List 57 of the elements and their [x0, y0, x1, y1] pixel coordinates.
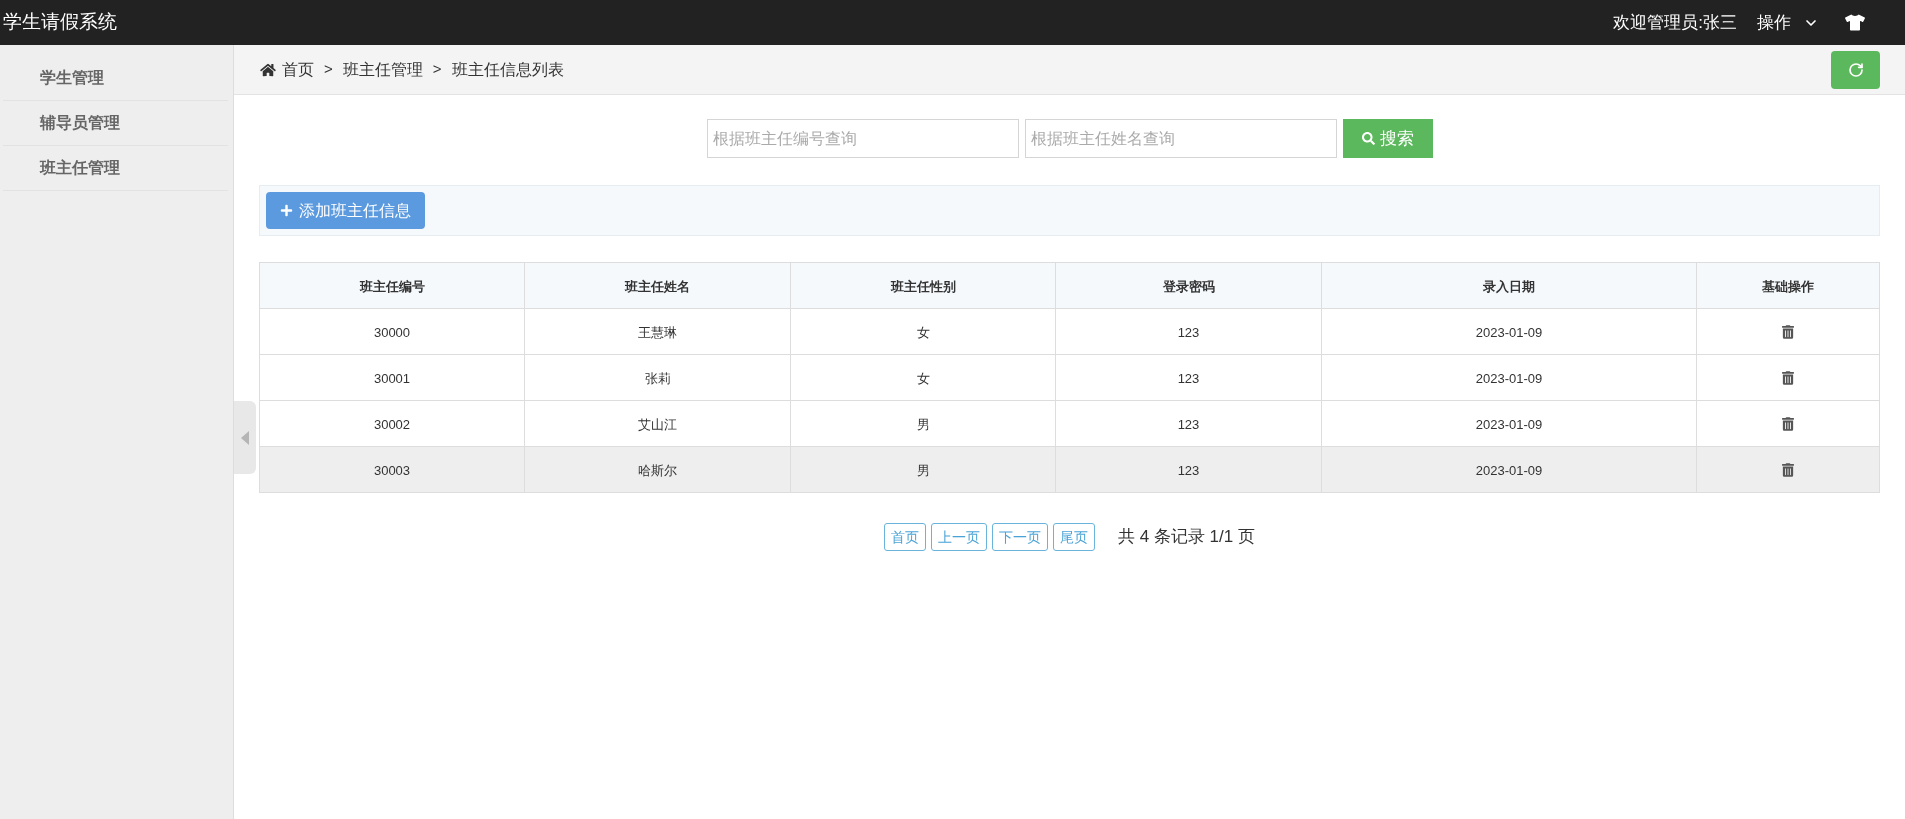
page-button[interactable]: 上一页 — [931, 523, 987, 551]
table-cell: 123 — [1177, 416, 1200, 432]
page-summary: 共 4 条记录 1/1 页 — [1118, 526, 1255, 549]
actions-menu[interactable]: 操作 — [1757, 9, 1819, 36]
table-cell: 艾山江 — [638, 416, 677, 432]
table-cell: 2023-01-09 — [1475, 324, 1543, 340]
table-cell: 男 — [916, 416, 930, 432]
table-cell: 男 — [916, 462, 930, 478]
sidebar-toggle[interactable] — [234, 401, 256, 474]
breadcrumb-link[interactable]: 班主任管理 — [342, 57, 423, 82]
column-header: 班主任性别 — [890, 278, 956, 294]
table-cell: 30003 — [373, 462, 411, 478]
page-button[interactable]: 下一页 — [992, 523, 1048, 551]
app-title: 学生请假系统 — [2, 10, 117, 35]
caret-left-icon — [241, 430, 249, 445]
breadcrumb-separator: > — [324, 59, 333, 80]
column-header: 登录密码 — [1162, 278, 1215, 294]
search-icon — [1361, 132, 1375, 145]
trash-icon[interactable] — [1782, 416, 1794, 431]
column-header: 基础操作 — [1762, 278, 1814, 294]
sidebar-item[interactable]: 辅导员管理 — [3, 101, 228, 146]
trash-icon[interactable] — [1782, 324, 1794, 339]
sidebar-item[interactable]: 班主任管理 — [3, 146, 228, 191]
column-header: 班主任姓名 — [625, 278, 690, 294]
search-field[interactable]: 根据班主任姓名查询 — [1024, 119, 1337, 158]
table-cell: 123 — [1177, 462, 1200, 478]
table-cell: 2023-01-09 — [1475, 462, 1543, 478]
table-cell: 张莉 — [644, 370, 671, 386]
table-cell: 123 — [1177, 324, 1200, 340]
trash-icon[interactable] — [1782, 462, 1794, 477]
table-cell: 哈斯尔 — [638, 462, 677, 478]
breadcrumb-separator: > — [432, 59, 442, 80]
search-field[interactable]: 根据班主任编号查询 — [706, 119, 1019, 158]
table-cell: 女 — [916, 370, 930, 386]
table-cell: 2023-01-09 — [1475, 370, 1543, 386]
plus-icon — [280, 204, 293, 217]
table-cell: 女 — [916, 324, 930, 340]
page-button[interactable]: 首页 — [884, 523, 926, 551]
table-cell: 30000 — [373, 324, 411, 340]
table-cell: 123 — [1177, 370, 1200, 386]
table-cell: 王慧琳 — [638, 324, 677, 340]
trash-icon[interactable] — [1782, 370, 1794, 385]
table-cell: 30001 — [373, 370, 411, 386]
column-header: 班主任编号 — [359, 278, 425, 294]
page-button[interactable]: 尾页 — [1053, 523, 1095, 551]
home-icon — [260, 62, 276, 77]
tshirt-icon[interactable] — [1845, 14, 1865, 31]
welcome-text: 欢迎管理员:张三 — [1613, 11, 1737, 34]
sidebar-item[interactable]: 学生管理 — [3, 56, 228, 101]
table-cell: 2023-01-09 — [1475, 416, 1543, 432]
search-button[interactable]: 搜索 — [1342, 119, 1433, 158]
column-header: 录入日期 — [1483, 278, 1535, 294]
table-cell: 30002 — [373, 416, 411, 432]
refresh-icon — [1847, 61, 1864, 78]
breadcrumb-current: 班主任信息列表 — [451, 59, 564, 80]
add-button[interactable]: 添加班主任信息 — [266, 192, 425, 229]
breadcrumb-link[interactable]: 首页 — [282, 57, 314, 82]
